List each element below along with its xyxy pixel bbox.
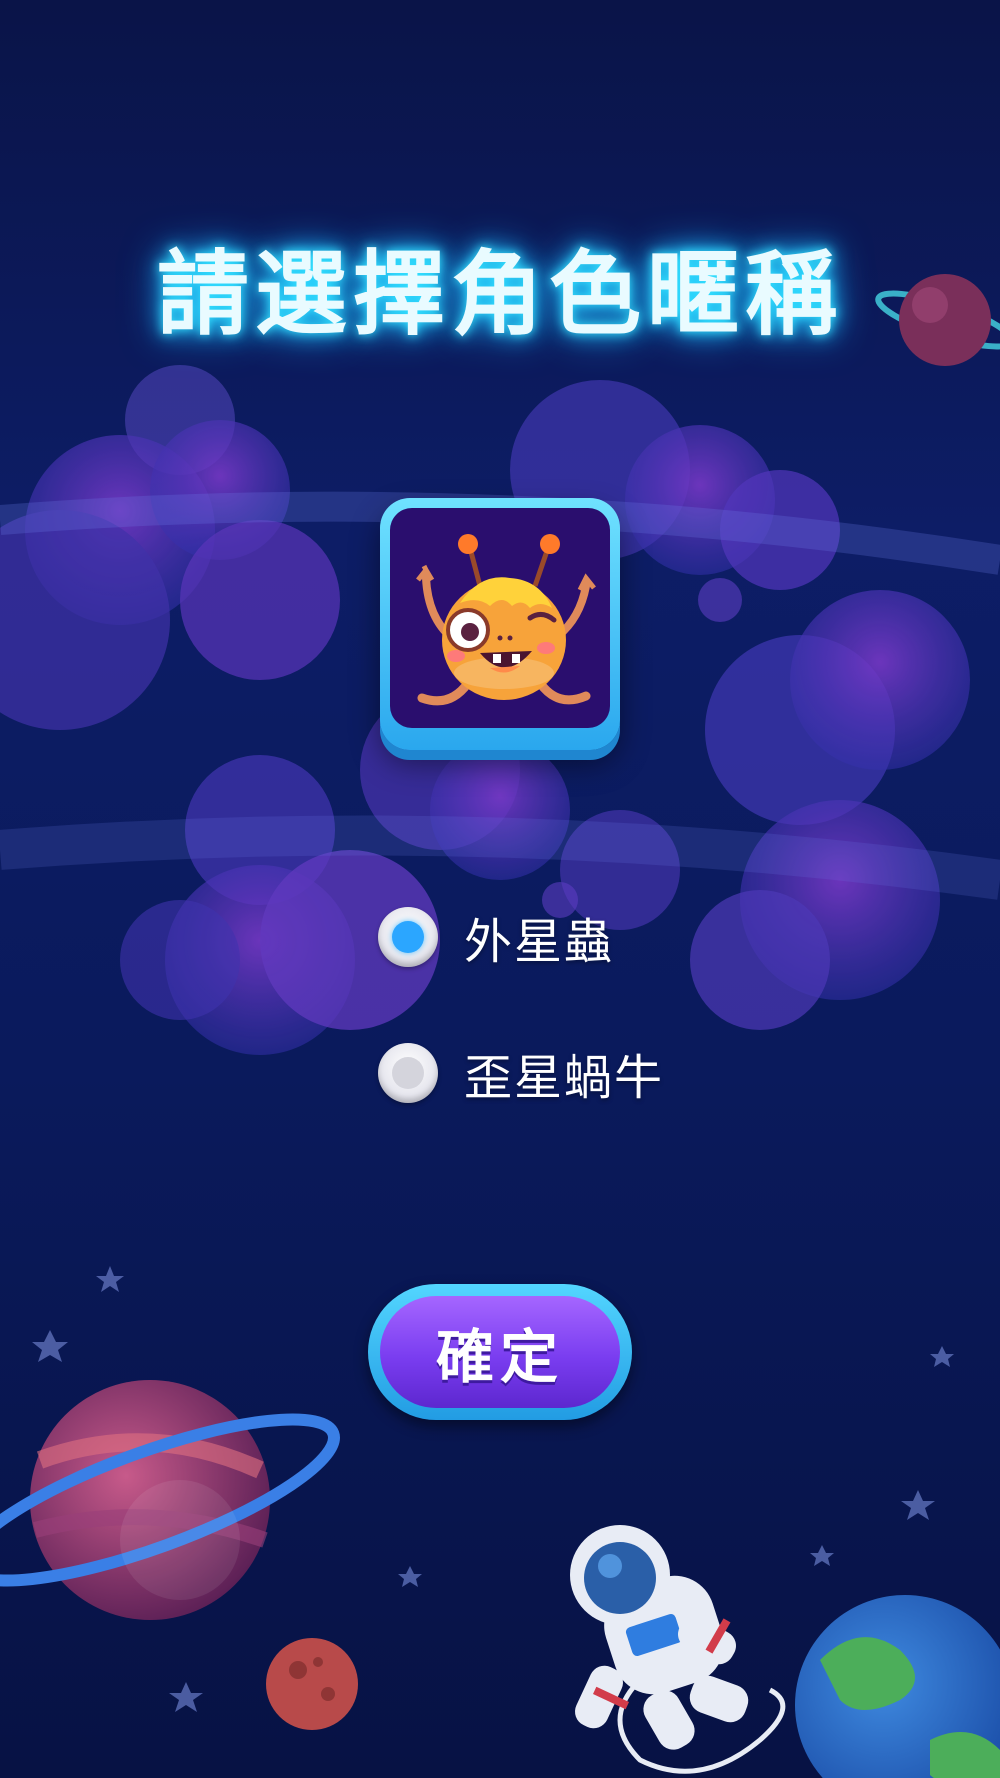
option-crooked-snail[interactable]: 歪星蝸牛 (378, 1038, 664, 1108)
radio-dot-unselected (392, 1057, 424, 1089)
option-label: 歪星蝸牛 (464, 1050, 665, 1106)
radio-dot-selected (392, 921, 424, 953)
radio-button-unselected[interactable] (378, 1043, 438, 1103)
confirm-button[interactable]: 確定 (368, 1284, 632, 1420)
page-title: 請選擇角色暱稱 (156, 241, 843, 348)
alien-monster-icon (416, 534, 596, 706)
option-label: 外星蟲 (464, 914, 615, 970)
ringed-planet (0, 1380, 340, 1620)
earth-planet (795, 1595, 1000, 1778)
red-planet (266, 1638, 358, 1730)
confirm-button-label: 確定 (380, 1296, 620, 1408)
radio-button-selected[interactable] (378, 907, 438, 967)
astronaut (570, 1525, 786, 1774)
character-avatar (380, 498, 620, 750)
option-alien-bug[interactable]: 外星蟲 (378, 902, 614, 972)
